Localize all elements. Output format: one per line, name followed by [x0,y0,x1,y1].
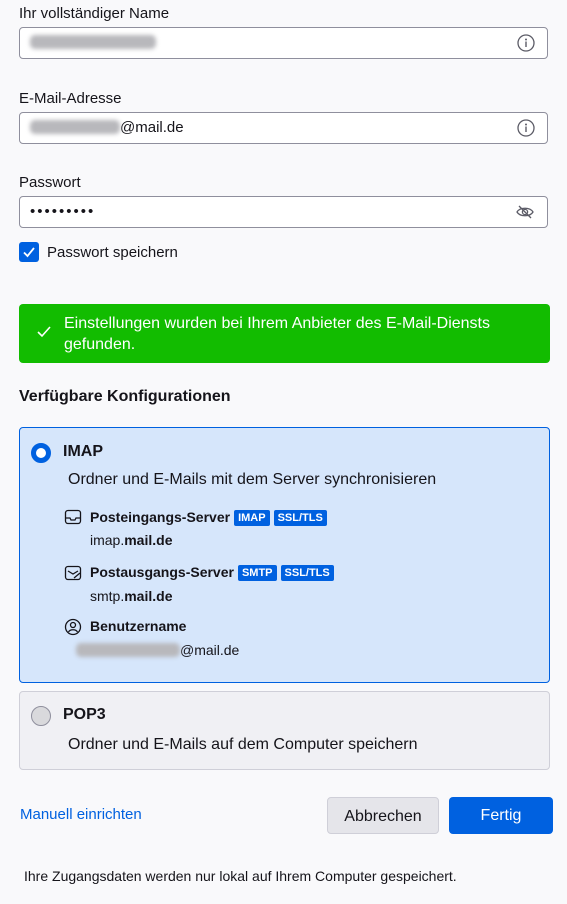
info-icon[interactable] [517,34,535,52]
configurations-heading: Verfügbare Konfigurationen [19,388,231,405]
username-value: @mail.de [76,642,239,658]
outgoing-server-row: Postausgangs-Server SMTP SSL/TLS [90,564,334,581]
name-label: Ihr vollständiger Name [19,5,170,22]
success-text: Einstellungen wurden bei Ihrem Anbieter … [64,315,490,353]
redacted-name [30,35,156,50]
email-domain: @mail.de [120,119,184,136]
remember-password-label[interactable]: Passwort speichern [47,244,178,261]
success-banner: Einstellungen wurden bei Ihrem Anbieter … [19,304,550,363]
password-value: ••••••••• [30,203,96,220]
username-label: Benutzername [90,618,187,634]
info-icon[interactable] [517,119,535,137]
password-field[interactable]: ••••••••• [19,196,548,228]
smtp-badge: SMTP [237,565,277,581]
pop3-config-option[interactable]: POP3 Ordner und E-Mails auf dem Computer… [19,691,550,770]
manual-setup-link[interactable]: Manuell einrichten [20,806,142,823]
eye-slash-icon[interactable] [515,203,535,221]
checkmark-icon [37,326,51,338]
name-value [30,28,156,58]
remember-password-checkbox[interactable] [19,242,39,262]
pop3-title: POP3 [63,706,106,723]
outgoing-server-label: Postausgangs-Server [90,564,234,580]
password-label: Passwort [19,174,81,191]
incoming-server-row: Posteingangs-Server IMAP SSL/TLS [90,509,327,526]
redacted-username [76,643,180,658]
inbox-icon [64,509,82,525]
pop3-description: Ordner und E-Mails auf dem Computer spei… [68,736,418,753]
username-domain: @mail.de [180,642,240,658]
cancel-button[interactable]: Abbrechen [327,797,439,834]
imap-radio[interactable] [31,443,51,463]
pop3-radio[interactable] [31,706,51,726]
outgoing-host-domain: mail.de [124,588,173,604]
footer-note: Ihre Zugangsdaten werden nur lokal auf I… [24,868,457,884]
outgoing-host-prefix: smtp. [90,588,125,604]
email-field[interactable]: @mail.de [19,112,548,144]
imap-description: Ordner und E-Mails mit dem Server synchr… [68,471,437,488]
email-label: E-Mail-Adresse [19,90,122,107]
email-value: @mail.de [30,113,184,143]
incoming-server-host: imap.mail.de [90,532,172,548]
incoming-host-prefix: imap. [90,532,125,548]
redacted-email [30,120,120,135]
ssl-tls-badge: SSL/TLS [280,565,334,581]
outbox-icon [64,565,82,581]
incoming-host-domain: mail.de [124,532,173,548]
imap-badge: IMAP [234,510,270,526]
outgoing-server-host: smtp.mail.de [90,588,172,604]
checkmark-icon [23,247,35,258]
name-field[interactable] [19,27,548,59]
incoming-server-label: Posteingangs-Server [90,509,231,525]
imap-config-option[interactable]: IMAP Ordner und E-Mails mit dem Server s… [19,427,550,683]
user-icon [64,618,82,636]
done-button[interactable]: Fertig [449,797,553,834]
ssl-tls-badge: SSL/TLS [273,510,327,526]
imap-title: IMAP [63,443,103,460]
